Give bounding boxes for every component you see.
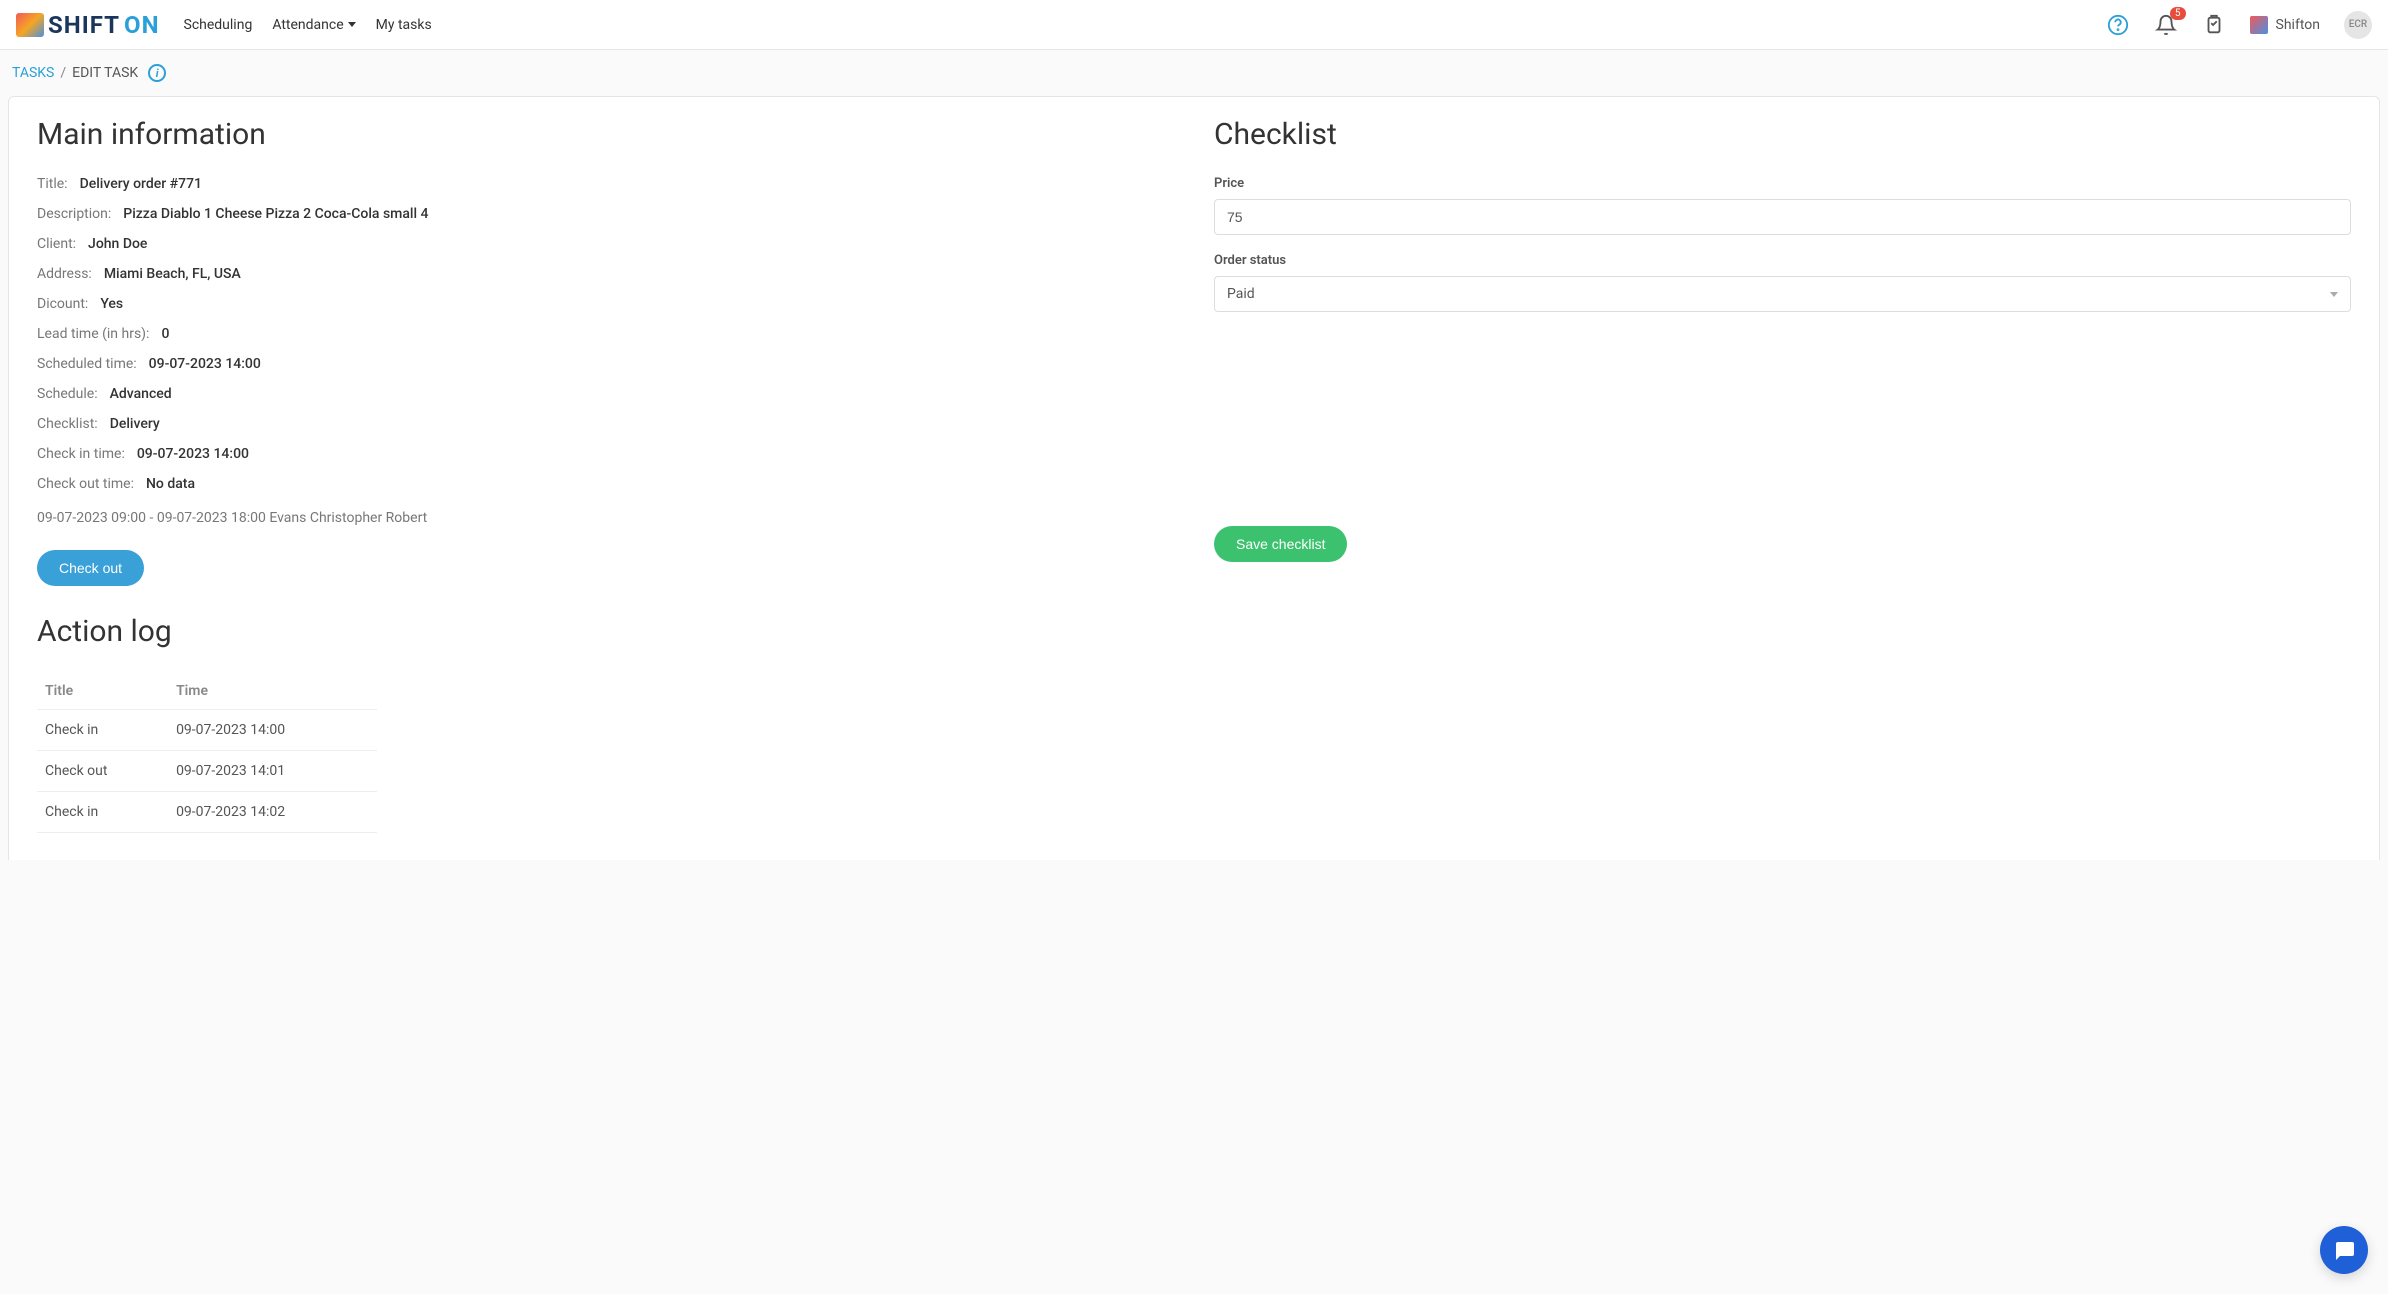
table-row: Check in 09-07-2023 14:02 bbox=[37, 792, 377, 833]
status-group: Order status Paid bbox=[1214, 253, 2351, 312]
log-time: 09-07-2023 14:01 bbox=[168, 751, 377, 792]
desc-label: Description: bbox=[37, 206, 111, 222]
shift-assignment: 09-07-2023 09:00 - 09-07-2023 18:00 Evan… bbox=[37, 510, 1174, 526]
schedule-value: Advanced bbox=[110, 386, 172, 402]
desc-value: Pizza Diablo 1 Cheese Pizza 2 Coca-Cola … bbox=[123, 206, 428, 222]
col-time: Time bbox=[168, 673, 377, 710]
chat-icon bbox=[2332, 1238, 2356, 1262]
help-icon[interactable] bbox=[2106, 13, 2130, 37]
log-time: 09-07-2023 14:00 bbox=[168, 710, 377, 751]
main-nav: Scheduling Attendance My tasks bbox=[184, 13, 432, 37]
breadcrumb-tasks[interactable]: TASKS bbox=[12, 65, 54, 81]
action-log-heading: Action log bbox=[37, 614, 1174, 649]
status-value: Paid bbox=[1227, 286, 1255, 302]
info-row-checkout: Check out time: No data bbox=[37, 476, 1174, 492]
company-logo-icon bbox=[2250, 16, 2268, 34]
main-card: Main information Title: Delivery order #… bbox=[8, 96, 2380, 860]
info-icon[interactable]: i bbox=[148, 64, 166, 82]
logo-text-on: ON bbox=[124, 11, 159, 39]
nav-attendance-label: Attendance bbox=[272, 17, 343, 33]
info-row-address: Address: Miami Beach, FL, USA bbox=[37, 266, 1174, 282]
header-right: 5 Shifton ECR bbox=[2106, 11, 2372, 39]
sched-time-label: Scheduled time: bbox=[37, 356, 137, 372]
chat-widget-button[interactable] bbox=[2320, 1226, 2368, 1274]
info-row-scheduled-time: Scheduled time: 09-07-2023 14:00 bbox=[37, 356, 1174, 372]
checkout-label: Check out time: bbox=[37, 476, 134, 492]
breadcrumb-separator: / bbox=[60, 65, 66, 81]
user-avatar[interactable]: ECR bbox=[2344, 11, 2372, 39]
breadcrumb-current: EDIT TASK bbox=[72, 65, 138, 81]
logo-icon bbox=[16, 13, 44, 37]
schedule-label: Schedule: bbox=[37, 386, 98, 402]
action-log-section: Action log Title Time Check in 09-07-202… bbox=[37, 614, 1174, 833]
nav-attendance[interactable]: Attendance bbox=[272, 13, 355, 37]
info-row-schedule: Schedule: Advanced bbox=[37, 386, 1174, 402]
company-name: Shifton bbox=[2276, 17, 2320, 33]
sched-time-value: 09-07-2023 14:00 bbox=[149, 356, 261, 372]
chevron-down-icon bbox=[2330, 292, 2338, 297]
checklist-label: Checklist: bbox=[37, 416, 98, 432]
main-info-section: Main information Title: Delivery order #… bbox=[37, 117, 1174, 833]
log-title: Check out bbox=[37, 751, 168, 792]
checkout-value: No data bbox=[146, 476, 195, 492]
logo-text-shift: SHIFT bbox=[48, 11, 120, 39]
notifications-icon[interactable]: 5 bbox=[2154, 13, 2178, 37]
clipboard-icon[interactable] bbox=[2202, 13, 2226, 37]
discount-label: Dicount: bbox=[37, 296, 88, 312]
company-switcher[interactable]: Shifton bbox=[2250, 16, 2320, 34]
address-value: Miami Beach, FL, USA bbox=[104, 266, 241, 282]
title-label: Title: bbox=[37, 176, 68, 192]
log-time: 09-07-2023 14:02 bbox=[168, 792, 377, 833]
main-info-heading: Main information bbox=[37, 117, 1174, 152]
nav-scheduling[interactable]: Scheduling bbox=[184, 13, 253, 37]
price-group: Price bbox=[1214, 176, 2351, 235]
checklist-section: Checklist Price Order status Paid Save c… bbox=[1214, 117, 2351, 833]
col-title: Title bbox=[37, 673, 168, 710]
client-value: John Doe bbox=[88, 236, 147, 252]
lead-label: Lead time (in hrs): bbox=[37, 326, 149, 342]
checklist-heading: Checklist bbox=[1214, 117, 2351, 152]
info-row-title: Title: Delivery order #771 bbox=[37, 176, 1174, 192]
info-row-lead-time: Lead time (in hrs): 0 bbox=[37, 326, 1174, 342]
discount-value: Yes bbox=[100, 296, 123, 312]
chevron-down-icon bbox=[348, 22, 356, 27]
notification-badge: 5 bbox=[2170, 7, 2186, 20]
price-input[interactable] bbox=[1214, 199, 2351, 235]
price-label: Price bbox=[1214, 176, 2351, 191]
table-row: Check in 09-07-2023 14:00 bbox=[37, 710, 377, 751]
table-row: Check out 09-07-2023 14:01 bbox=[37, 751, 377, 792]
checkin-label: Check in time: bbox=[37, 446, 125, 462]
checklist-value: Delivery bbox=[110, 416, 160, 432]
info-row-checklist: Checklist: Delivery bbox=[37, 416, 1174, 432]
action-log-table: Title Time Check in 09-07-2023 14:00 Che… bbox=[37, 673, 377, 833]
info-row-description: Description: Pizza Diablo 1 Cheese Pizza… bbox=[37, 206, 1174, 222]
address-label: Address: bbox=[37, 266, 92, 282]
status-label: Order status bbox=[1214, 253, 2351, 268]
logo[interactable]: SHIFTON bbox=[16, 11, 160, 39]
app-header: SHIFTON Scheduling Attendance My tasks 5… bbox=[0, 0, 2388, 50]
header-left: SHIFTON Scheduling Attendance My tasks bbox=[16, 11, 432, 39]
info-row-discount: Dicount: Yes bbox=[37, 296, 1174, 312]
checkin-value: 09-07-2023 14:00 bbox=[137, 446, 249, 462]
nav-my-tasks[interactable]: My tasks bbox=[376, 13, 432, 37]
log-title: Check in bbox=[37, 710, 168, 751]
log-title: Check in bbox=[37, 792, 168, 833]
lead-value: 0 bbox=[161, 326, 169, 342]
save-checklist-button[interactable]: Save checklist bbox=[1214, 526, 1347, 562]
info-row-checkin: Check in time: 09-07-2023 14:00 bbox=[37, 446, 1174, 462]
client-label: Client: bbox=[37, 236, 76, 252]
status-select[interactable]: Paid bbox=[1214, 276, 2351, 312]
title-value: Delivery order #771 bbox=[80, 176, 202, 192]
info-row-client: Client: John Doe bbox=[37, 236, 1174, 252]
check-out-button[interactable]: Check out bbox=[37, 550, 144, 586]
breadcrumb: TASKS / EDIT TASK i bbox=[0, 50, 2388, 96]
